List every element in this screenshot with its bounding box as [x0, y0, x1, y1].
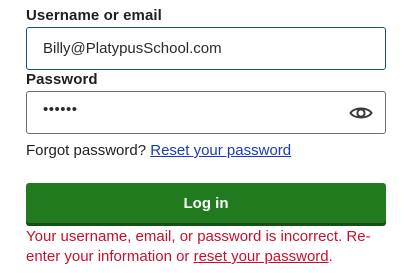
password-field[interactable]: ••••••	[26, 91, 386, 134]
username-label: Username or email	[26, 7, 162, 24]
eye-icon[interactable]	[349, 104, 373, 122]
login-button[interactable]: Log in	[26, 183, 386, 223]
password-value: ••••••	[43, 101, 78, 118]
error-reset-password-link[interactable]: reset your password	[194, 248, 329, 265]
reset-password-link[interactable]: Reset your password	[150, 142, 291, 159]
forgot-password-text: Forgot password?	[26, 142, 147, 159]
error-text-end: .	[328, 248, 333, 265]
forgot-password-row: Forgot password? Reset your password	[26, 142, 291, 159]
password-label: Password	[26, 71, 98, 88]
login-form: Username or email Billy@PlatypusSchool.c…	[0, 0, 412, 273]
username-value: Billy@PlatypusSchool.com	[43, 40, 222, 57]
username-field[interactable]: Billy@PlatypusSchool.com	[26, 27, 386, 70]
error-message: Your username, email, or password is inc…	[26, 227, 388, 267]
